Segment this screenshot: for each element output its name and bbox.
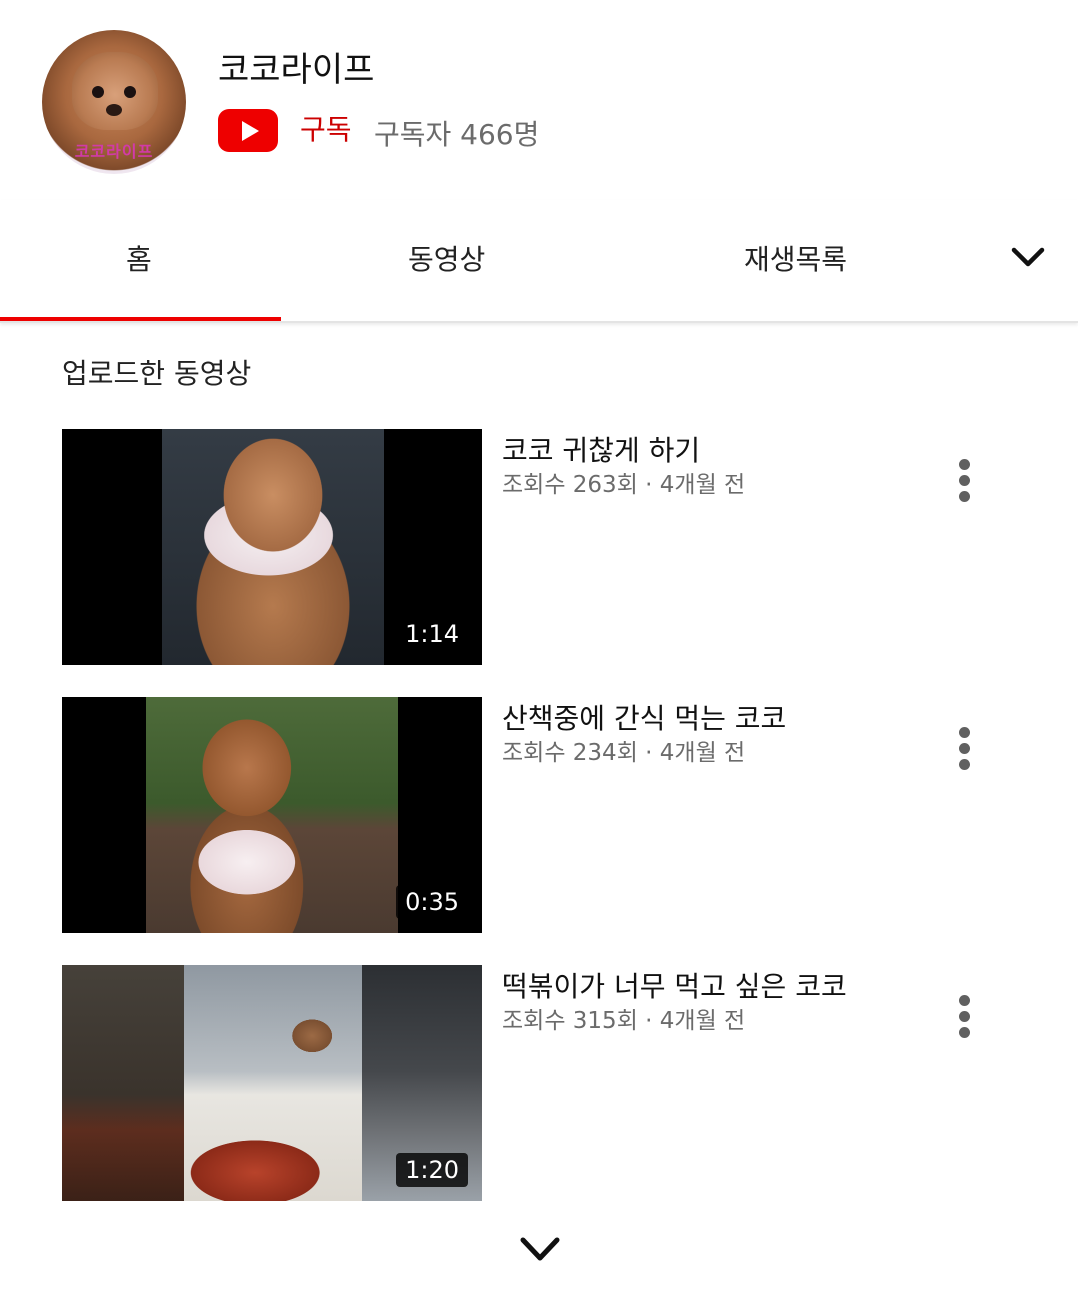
section-title: 업로드한 동영상 [62,357,252,390]
avatar-logo-text: 코코라이프 [74,142,154,161]
tab-videos[interactable]: 동영상 [408,238,485,278]
active-tab-indicator [0,317,281,321]
more-vertical-icon[interactable] [952,995,976,1041]
video-title[interactable]: 코코 귀찮게 하기 [502,429,700,469]
channel-header: 코코라이프 코코라이프 구독 구독자 466명 [0,0,1078,200]
video-item[interactable]: 1:20 떡볶이가 너무 먹고 싶은 코코 조회수 315회 · 4개월 전 [62,965,1022,1201]
avatar-eye [92,86,104,98]
video-duration: 1:14 [396,617,468,651]
avatar-dog-face [72,52,158,130]
avatar-eye [124,86,136,98]
youtube-logo-icon[interactable] [218,109,278,152]
video-meta: 조회수 315회 · 4개월 전 [502,1008,746,1034]
tab-home[interactable]: 홈 [126,238,152,278]
channel-tabs: 홈 동영상 재생목록 [0,200,1078,323]
channel-avatar[interactable]: 코코라이프 [42,30,186,174]
video-duration: 0:35 [396,885,468,919]
video-item[interactable]: 0:35 산책중에 간식 먹는 코코 조회수 234회 · 4개월 전 [62,697,1022,933]
video-meta: 조회수 263회 · 4개월 전 [502,472,746,498]
thumbnail-image [62,965,184,1201]
channel-name: 코코라이프 [218,50,375,90]
video-thumbnail[interactable]: 1:14 [62,429,482,665]
video-item[interactable]: 1:14 코코 귀찮게 하기 조회수 263회 · 4개월 전 [62,429,1022,665]
more-vertical-icon[interactable] [952,727,976,773]
video-meta: 조회수 234회 · 4개월 전 [502,740,746,766]
video-duration: 1:20 [396,1153,468,1187]
thumbnail-image [162,429,384,665]
avatar-nose [106,104,122,116]
load-more-chevron-down-icon[interactable] [517,1232,563,1268]
subscribe-button[interactable]: 구독 [300,108,352,148]
tab-playlists[interactable]: 재생목록 [744,238,847,278]
video-title[interactable]: 떡볶이가 너무 먹고 싶은 코코 [502,965,847,1005]
more-vertical-icon[interactable] [952,459,976,505]
video-thumbnail[interactable]: 0:35 [62,697,482,933]
video-title[interactable]: 산책중에 간식 먹는 코코 [502,697,786,737]
thumbnail-image [184,965,362,1201]
subscriber-count: 구독자 466명 [374,118,540,151]
video-thumbnail[interactable]: 1:20 [62,965,482,1201]
thumbnail-image [146,697,398,933]
chevron-down-icon[interactable] [1008,240,1048,276]
